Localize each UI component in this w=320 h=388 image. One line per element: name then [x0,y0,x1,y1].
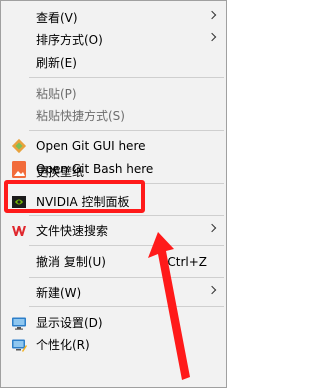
menu-item-display-settings-label: 显示设置(D) [36,316,103,330]
menu-item-personalize[interactable]: 个性化(R) [1,334,226,356]
menu-item-change-wallpaper-row[interactable]: 更换壁纸 [1,161,226,183]
menu-separator [29,77,224,78]
monitor-icon [12,317,26,330]
menu-item-sort-by-label: 排序方式(O) [36,33,103,47]
menu-item-refresh-label: 刷新(E) [36,56,77,70]
nvidia-icon [12,196,26,208]
menu-item-change-wallpaper-label: 更换壁纸 [36,165,85,179]
menu-item-refresh[interactable]: 刷新(E) [1,52,226,74]
menu-item-nvidia-label: NVIDIA 控制面板 [36,195,130,209]
menu-separator [29,215,224,216]
menu-item-new[interactable]: 新建(W) [1,282,226,304]
menu-item-display-settings[interactable]: 显示设置(D) [1,312,226,334]
menu-separator [29,306,224,307]
personalize-icon [12,339,27,352]
menu-item-file-quick-search[interactable]: 文件快速搜索 [1,220,226,242]
desktop-context-menu: 查看(V) 排序方式(O) 刷新(E) 粘贴(P) 粘贴快捷方式(S) Open… [0,0,227,388]
menu-item-nvidia-control-panel[interactable]: NVIDIA 控制面板 [1,191,226,213]
menu-item-git-gui-label: Open Git GUI here [36,139,146,153]
chevron-right-icon [207,32,217,42]
menu-item-paste-shortcut-label: 粘贴快捷方式(S) [36,109,125,123]
chevron-right-icon [207,10,217,20]
menu-item-view-label: 查看(V) [36,11,78,25]
menu-separator [29,183,224,184]
menu-item-file-search-label: 文件快速搜索 [36,224,109,238]
menu-item-undo-copy-label: 撤消 复制(U) [36,255,106,269]
menu-item-new-label: 新建(W) [36,286,82,300]
menu-item-paste-shortcut: 粘贴快捷方式(S) [1,105,226,127]
menu-item-undo-copy-shortcut: Ctrl+Z [167,255,207,269]
wallpaper-icon [12,166,26,178]
menu-item-undo-copy[interactable]: 撤消 复制(U) Ctrl+Z [1,251,226,273]
menu-item-paste: 粘贴(P) [1,83,226,105]
menu-item-view[interactable]: 查看(V) [1,7,226,29]
git-diamond-icon [11,138,27,154]
menu-item-git-gui[interactable]: Open Git GUI here [1,135,226,157]
menu-separator [29,130,224,131]
menu-item-paste-label: 粘贴(P) [36,87,77,101]
menu-item-sort-by[interactable]: 排序方式(O) [1,29,226,51]
chevron-right-icon [207,223,217,233]
menu-separator [29,245,224,246]
menu-item-personalize-label: 个性化(R) [36,338,90,352]
menu-separator [29,277,224,278]
chevron-right-icon [207,285,217,295]
wps-icon [12,226,26,236]
